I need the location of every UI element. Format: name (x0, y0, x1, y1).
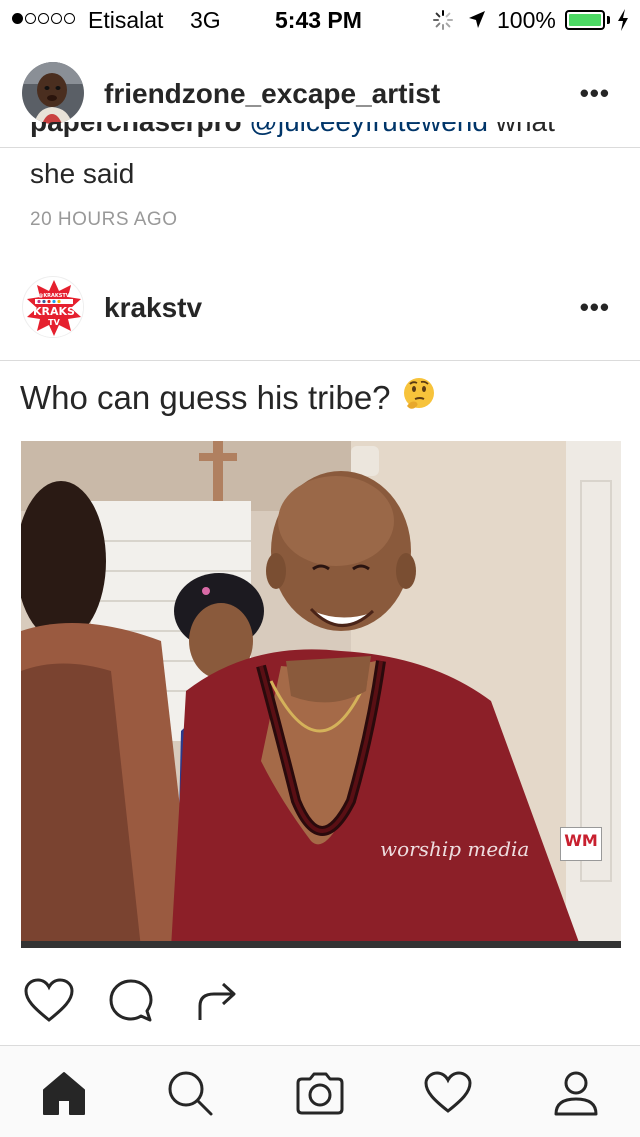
thinking-face-icon (401, 376, 437, 420)
previous-post-caption-end: she said (30, 158, 135, 189)
comment-button[interactable] (108, 978, 154, 1029)
photo-watermark: worship media (380, 837, 530, 861)
post-caption-text: Who can guess his tribe? (20, 379, 391, 416)
heart-icon (24, 978, 74, 1022)
battery-tip (607, 16, 610, 24)
person-icon (554, 1071, 598, 1116)
post-more-button[interactable]: ••• (580, 292, 610, 323)
tab-profile[interactable] (551, 1068, 601, 1118)
share-button[interactable] (194, 978, 240, 1029)
avatar-text-top: @KRAKSTV (38, 293, 69, 299)
avatar-text-sub: TV (48, 318, 60, 327)
post-header: @KRAKSTV KRAKS TV krakstv ••• (0, 262, 640, 352)
camera-icon (296, 1072, 344, 1115)
previous-post-avatar[interactable] (22, 62, 84, 124)
carrier-name: Etisalat (88, 7, 164, 33)
activity-spinner-icon (432, 9, 454, 37)
home-icon (43, 1072, 85, 1115)
battery-icon (565, 10, 605, 30)
post-avatar[interactable]: @KRAKSTV KRAKS TV (22, 276, 84, 338)
tab-home[interactable] (39, 1068, 89, 1118)
network-type: 3G (190, 7, 221, 33)
signal-strength-icon (12, 13, 75, 24)
like-button[interactable] (24, 978, 74, 1029)
search-icon (168, 1071, 213, 1116)
location-arrow-icon (467, 9, 487, 37)
tab-camera[interactable] (295, 1068, 345, 1118)
status-bar: Etisalat 3G 5:43 PM 100% (0, 0, 640, 40)
caption-author[interactable]: paperchaserpro (30, 122, 242, 137)
previous-post-timestamp: 20 HOURS AGO (30, 209, 178, 230)
avatar-text-main: KRAKS (33, 305, 75, 318)
post-caption: Who can guess his tribe? (20, 376, 437, 420)
watermark-logo: WM (560, 827, 602, 861)
status-time: 5:43 PM (275, 7, 362, 33)
caption-mention[interactable]: @juiceeyfrutewerld (249, 122, 488, 137)
tab-search[interactable] (165, 1068, 215, 1118)
previous-post-username[interactable]: friendzone_excape_artist (104, 78, 440, 110)
comment-icon (109, 979, 153, 1022)
battery-level-fill (569, 14, 601, 26)
charging-bolt-icon (616, 8, 630, 38)
previous-post-caption-clipped: paperchaserpro @juiceeyfrutewerld what (30, 122, 630, 152)
post-username[interactable]: krakstv (104, 292, 202, 324)
caption-tail: what (496, 122, 555, 137)
post-photo[interactable] (21, 441, 621, 948)
tab-activity[interactable] (423, 1068, 473, 1118)
post-actions (0, 978, 640, 1028)
heart-icon (424, 1071, 472, 1113)
post-header-divider (0, 360, 640, 361)
previous-post-more-button[interactable]: ••• (580, 78, 610, 109)
bottom-tab-bar (0, 1045, 640, 1137)
battery-percent: 100% (497, 7, 556, 33)
share-arrow-icon (198, 982, 236, 1020)
watermark-logo-text: WM (564, 831, 598, 850)
